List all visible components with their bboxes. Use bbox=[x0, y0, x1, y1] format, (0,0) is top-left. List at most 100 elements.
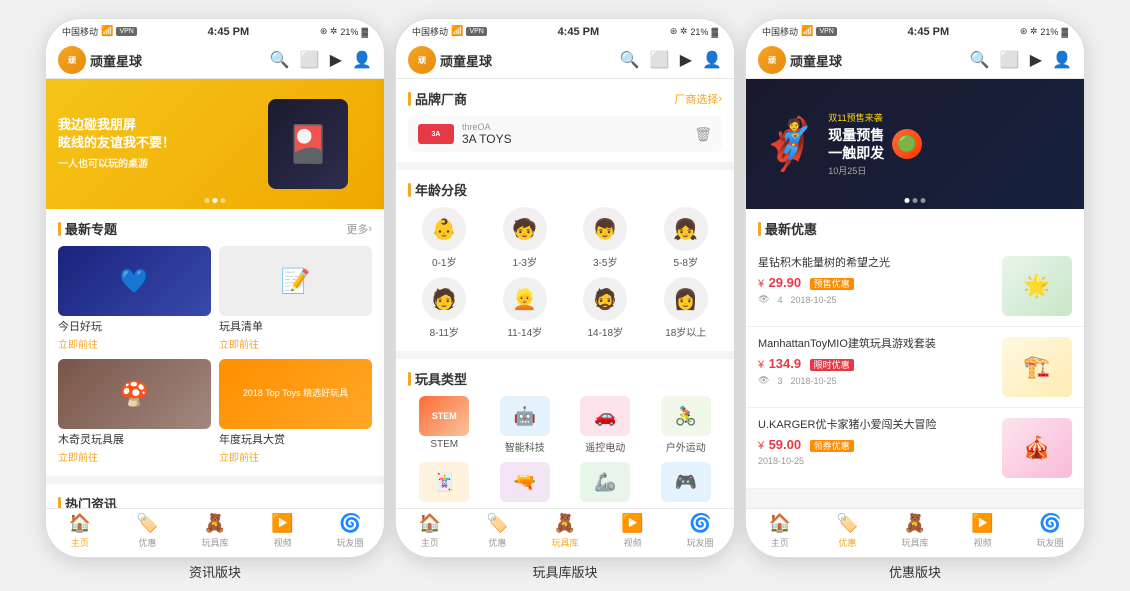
latest-topics-section: 最新专题 更多 › 💙 今日好玩 立即前往 bbox=[46, 209, 384, 476]
tab-toys-1[interactable]: 🧸 玩具库 bbox=[181, 513, 249, 549]
tab-friends-icon-1: 🌀 bbox=[339, 513, 361, 534]
topic-2[interactable]: 📝 玩具清单 立即前往 bbox=[219, 246, 372, 351]
tab-deals-2[interactable]: 🏷️ 优惠 bbox=[464, 513, 532, 549]
status-left-3: 中国移动 📶 VPN bbox=[762, 25, 837, 38]
logo-char-2: 顽 bbox=[418, 55, 426, 66]
tab-home-1[interactable]: 🏠 主页 bbox=[46, 513, 114, 549]
toy-type-card[interactable]: 🃏 卡牌桌游 bbox=[408, 462, 481, 508]
tab-deals-3[interactable]: 🏷️ 优惠 bbox=[814, 513, 882, 549]
toy-type-model[interactable]: 🦾 模型手办 bbox=[569, 462, 642, 508]
toy-type-smart[interactable]: 🤖 智能科技 bbox=[489, 396, 562, 454]
tab-video-icon-3: ▶️ bbox=[971, 513, 993, 534]
toy-type-img-battle: 🔫 bbox=[500, 462, 550, 502]
age-18-plus[interactable]: 👩 18岁以上 bbox=[650, 277, 723, 339]
age-8-11[interactable]: 🧑 8-11岁 bbox=[408, 277, 481, 339]
banner-badge: 🟢 bbox=[892, 129, 922, 159]
tab-friends-icon-2: 🌀 bbox=[689, 513, 711, 534]
topics-more[interactable]: 更多 › bbox=[346, 221, 372, 237]
tab-toys-3[interactable]: 🧸 玩具库 bbox=[881, 513, 949, 549]
discount-item-2[interactable]: ManhattanToyMIO建筑玩具游戏套装 ¥ 134.9 限时优惠 👁 3 bbox=[746, 327, 1084, 408]
tab-video-2[interactable]: ▶️ 视频 bbox=[599, 513, 667, 549]
age-5-8[interactable]: 👧 5-8岁 bbox=[650, 207, 723, 269]
age-1-3[interactable]: 🧒 1-3岁 bbox=[489, 207, 562, 269]
toy-type-digital[interactable]: 🎮 数字游戏 bbox=[650, 462, 723, 508]
screen-label-1: 资讯版块 bbox=[189, 562, 241, 581]
tab-deals-label-3: 优惠 bbox=[838, 536, 856, 549]
video-icon-1[interactable]: ▶ bbox=[330, 50, 342, 70]
topics-header: 最新专题 更多 › bbox=[46, 209, 384, 246]
tab-toys-icon-3: 🧸 bbox=[904, 513, 926, 534]
user-icon-3[interactable]: 👤 bbox=[1052, 50, 1072, 70]
brand-choose[interactable]: 厂商选择 › bbox=[674, 91, 722, 107]
tab-toys-label-2: 玩具库 bbox=[551, 536, 578, 549]
vpn-badge-1: VPN bbox=[116, 27, 136, 36]
toy-type-stem[interactable]: STEM STEM bbox=[408, 396, 481, 454]
tab-toys-2[interactable]: 🧸 玩具库 bbox=[531, 513, 599, 549]
status-bar-2: 中国移动 📶 VPN 4:45 PM ⊛ ✲ 21% ▓ bbox=[396, 19, 734, 42]
status-left-2: 中国移动 📶 VPN bbox=[412, 25, 487, 38]
search-icon-1[interactable]: 🔍 bbox=[270, 50, 290, 70]
toy-type-rc[interactable]: 🚗 遥控电动 bbox=[569, 396, 642, 454]
user-icon-1[interactable]: 👤 bbox=[352, 50, 372, 70]
phone-toys-wrapper: 中国移动 📶 VPN 4:45 PM ⊛ ✲ 21% ▓ 顽 bbox=[395, 18, 735, 581]
discount-title-2: ManhattanToyMIO建筑玩具游戏套装 bbox=[758, 337, 994, 352]
phones-row: 中国移动 📶 VPN 4:45 PM ⊛ ✲ 21% ▓ 顽 bbox=[35, 8, 1095, 591]
tab-video-1[interactable]: ▶️ 视频 bbox=[249, 513, 317, 549]
tab-deals-1[interactable]: 🏷️ 优惠 bbox=[114, 513, 182, 549]
discount-item-1[interactable]: 星钻积木能量树的希望之光 ¥ 29.90 预售优惠 👁 4 2018-10-25 bbox=[746, 246, 1084, 327]
battery-text-2: 21% bbox=[690, 27, 708, 37]
tab-friends-1[interactable]: 🌀 玩友圈 bbox=[316, 513, 384, 549]
tab-video-3[interactable]: ▶️ 视频 bbox=[949, 513, 1017, 549]
screen-label-3: 优惠版块 bbox=[889, 562, 941, 581]
tab-friends-label-2: 玩友圈 bbox=[687, 536, 714, 549]
dot3 bbox=[221, 198, 226, 203]
topic-1[interactable]: 💙 今日好玩 立即前往 bbox=[58, 246, 211, 351]
age-3-5[interactable]: 👦 3-5岁 bbox=[569, 207, 642, 269]
tab-home-label-2: 主页 bbox=[421, 536, 439, 549]
topic-3[interactable]: 🍄 木奇灵玩具展 立即前往 bbox=[58, 359, 211, 464]
app-title-2: 顽童星球 bbox=[440, 51, 492, 70]
brand-delete-icon[interactable]: 🗑 bbox=[694, 126, 712, 143]
scan-icon-1[interactable]: ⬜ bbox=[300, 50, 320, 70]
tab-home-2[interactable]: 🏠 主页 bbox=[396, 513, 464, 549]
age-avatar-8-11: 🧑 bbox=[422, 277, 466, 321]
age-0-1[interactable]: 👶 0-1岁 bbox=[408, 207, 481, 269]
age-label-0-1: 0-1岁 bbox=[432, 254, 456, 269]
user-icon-2[interactable]: 👤 bbox=[702, 50, 722, 70]
discount-img-3: 🎪 bbox=[1002, 418, 1072, 478]
age-label-14-18: 14-18岁 bbox=[587, 324, 623, 339]
discount-meta-3: 2018-10-25 bbox=[758, 456, 994, 466]
scan-icon-2[interactable]: ⬜ bbox=[650, 50, 670, 70]
tab-friends-3[interactable]: 🌀 玩友圈 bbox=[1016, 513, 1084, 549]
phone-news: 中国移动 📶 VPN 4:45 PM ⊛ ✲ 21% ▓ 顽 bbox=[45, 18, 385, 558]
tab-friends-2[interactable]: 🌀 玩友圈 bbox=[666, 513, 734, 549]
topic-4[interactable]: 2018 Top Toys 精选好玩具 年度玩具大赏 立即前往 bbox=[219, 359, 372, 464]
nav-bar-1: 顽 顽童星球 🔍 ⬜ ▶ 👤 bbox=[46, 42, 384, 78]
tab-home-3[interactable]: 🏠 主页 bbox=[746, 513, 814, 549]
discount-price-1: 29.90 bbox=[769, 275, 802, 290]
search-icon-3[interactable]: 🔍 bbox=[970, 50, 990, 70]
brand-item[interactable]: 3A threOA 3A TOYS 🗑 bbox=[408, 116, 722, 152]
discount-price-2: 134.9 bbox=[769, 356, 802, 371]
video-icon-2[interactable]: ▶ bbox=[680, 50, 692, 70]
tab-friends-icon-3: 🌀 bbox=[1039, 513, 1061, 534]
age-14-18[interactable]: 🧔 14-18岁 bbox=[569, 277, 642, 339]
toy-type-outdoor[interactable]: 🚴 户外运动 bbox=[650, 396, 723, 454]
tab-video-label-3: 视频 bbox=[974, 536, 992, 549]
age-label-1-3: 1-3岁 bbox=[513, 254, 537, 269]
logo-circle-3: 顽 bbox=[758, 46, 786, 74]
tab-video-label-2: 视频 bbox=[624, 536, 642, 549]
tab-toys-icon-2: 🧸 bbox=[554, 513, 576, 534]
topic-sub-2: 立即前往 bbox=[219, 336, 372, 351]
toy-type-battle[interactable]: 🔫 竞技对战 bbox=[489, 462, 562, 508]
toy-type-img-card: 🃏 bbox=[419, 462, 469, 502]
discount-item-3[interactable]: U.KARGER优卡家猪小爱闯关大冒险 ¥ 59.00 领券优惠 2018-10… bbox=[746, 408, 1084, 489]
age-label-5-8: 5-8岁 bbox=[674, 254, 698, 269]
age-11-14[interactable]: 👱 11-14岁 bbox=[489, 277, 562, 339]
choose-arrow: › bbox=[718, 93, 722, 105]
video-icon-3[interactable]: ▶ bbox=[1030, 50, 1042, 70]
battery-icon-2: ▓ bbox=[711, 27, 718, 37]
toy-type-img-outdoor: 🚴 bbox=[661, 396, 711, 436]
search-icon-2[interactable]: 🔍 bbox=[620, 50, 640, 70]
scan-icon-3[interactable]: ⬜ bbox=[1000, 50, 1020, 70]
